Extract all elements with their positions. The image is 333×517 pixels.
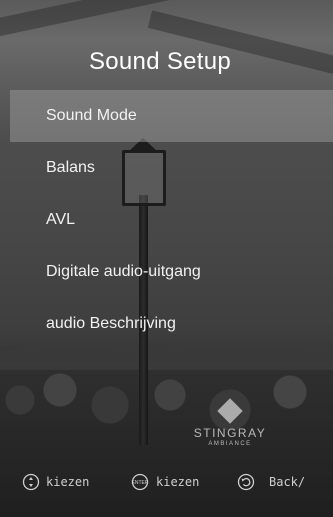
hint-enter: ENTER kiezen (130, 473, 199, 491)
menu-item-label: audio Beschrijving (46, 315, 176, 332)
hint-back-label: Back/ (269, 475, 306, 489)
hint-navigate: kiezen (22, 473, 89, 491)
logo-subtitle: AMBIANCE (208, 441, 252, 447)
menu-item-label: Balans (46, 159, 95, 176)
navigate-icon (22, 473, 40, 491)
back-icon (237, 473, 255, 491)
enter-icon: ENTER (132, 473, 149, 491)
menu-item-sound-mode[interactable]: Sound Mode (10, 90, 333, 142)
hint-enter-label: kiezen (156, 475, 200, 489)
hint-navigate-label: kiezen (46, 475, 90, 489)
page-title: Sound Setup (88, 48, 232, 75)
stingray-logo: STINGRAY AMBIANCE (190, 398, 270, 447)
menu-item-label: Digitale audio-uitgang (46, 263, 201, 280)
enter-icon-text: ENTER (132, 480, 149, 486)
sound-setup-menu: Sound Mode Balans AVL Digitale audio-uit… (10, 90, 333, 350)
menu-item-digital-audio-output[interactable]: Digitale audio-uitgang (10, 246, 333, 298)
stingray-logo-mark (217, 398, 243, 424)
menu-item-avl[interactable]: AVL (10, 194, 333, 246)
key-hints-bar: kiezen ENTER kiezen Back/ (0, 468, 333, 496)
logo-name: STINGRAY (193, 426, 267, 440)
menu-item-label: AVL (46, 211, 76, 228)
menu-item-audio-description[interactable]: audio Beschrijving (10, 298, 333, 350)
menu-item-label: Sound Mode (46, 107, 137, 124)
hint-back: Back/ (237, 473, 305, 491)
menu-item-balans[interactable]: Balans (10, 142, 333, 194)
